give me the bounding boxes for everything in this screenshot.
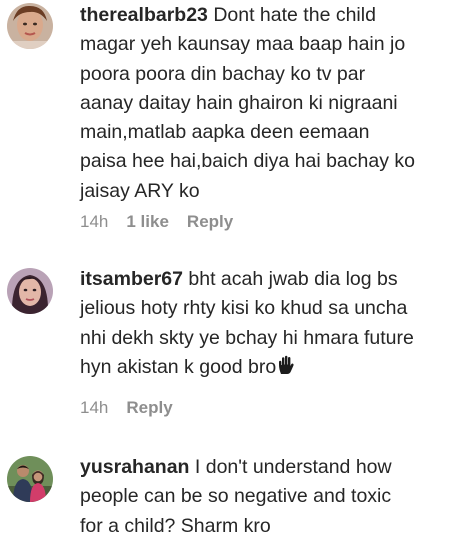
comment-meta: 14h 1 like Reply	[80, 212, 251, 232]
comment-time: 14h	[80, 398, 109, 417]
comment-username[interactable]: therealbarb23	[80, 4, 208, 26]
raised-hand-icon	[276, 355, 296, 375]
comment-text: Dont hate the child magar yeh kaunsay ma…	[80, 4, 415, 202]
reply-button[interactable]: Reply	[187, 212, 233, 231]
reply-button[interactable]: Reply	[126, 398, 172, 417]
avatar[interactable]	[7, 456, 53, 502]
comment-time: 14h	[80, 212, 109, 231]
comment-username[interactable]: yusrahanan	[80, 456, 189, 478]
avatar[interactable]	[7, 3, 53, 49]
comment-body: therealbarb23 Dont hate the child magar …	[80, 1, 452, 206]
comment-likes[interactable]: 1 like	[126, 212, 169, 231]
comment-meta: 14h Reply	[80, 398, 191, 418]
comment-body: itsamber67 bht acah jwab dia log bs jeli…	[80, 265, 452, 382]
avatar[interactable]	[7, 268, 53, 314]
comment-body: yusrahanan I don't understand how people…	[80, 453, 452, 541]
comment-username[interactable]: itsamber67	[80, 268, 183, 290]
